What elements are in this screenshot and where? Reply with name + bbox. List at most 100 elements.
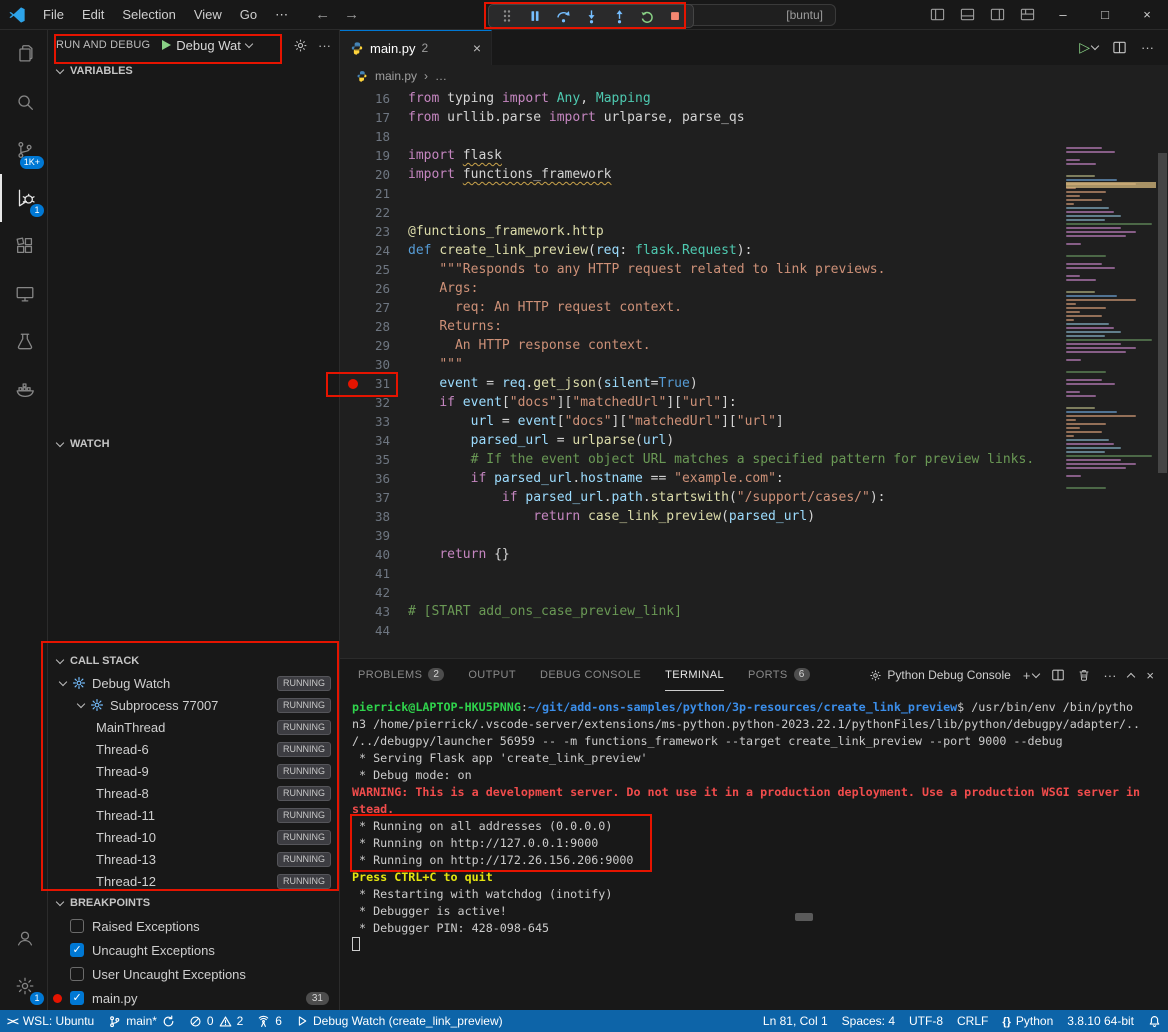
panel-tab-ports[interactable]: PORTS6: [748, 659, 810, 691]
new-terminal-button[interactable]: +: [1023, 668, 1040, 683]
panel-tab-output[interactable]: OUTPUT: [468, 659, 516, 691]
problems-indicator[interactable]: 02: [182, 1010, 250, 1032]
code-line[interactable]: 16from typing import Any, Mapping: [340, 89, 1168, 108]
call-stack-item[interactable]: Thread-9RUNNING: [48, 760, 339, 782]
call-stack-item[interactable]: Thread-6RUNNING: [48, 738, 339, 760]
debug-settings-gear-icon[interactable]: [293, 38, 308, 53]
line-number[interactable]: 42: [340, 583, 390, 602]
line-number[interactable]: 29: [340, 336, 390, 355]
code-line[interactable]: 24def create_link_preview(req: flask.Req…: [340, 241, 1168, 260]
activity-remote-explorer-icon[interactable]: [0, 270, 47, 318]
toggle-sidebar-icon[interactable]: [922, 2, 952, 28]
interpreter[interactable]: 3.8.10 64-bit: [1060, 1010, 1141, 1032]
menu-selection[interactable]: Selection: [113, 4, 184, 26]
breakpoint-checkbox[interactable]: [70, 943, 84, 957]
tab-main-py[interactable]: main.py 2 ×: [340, 30, 492, 65]
code-line[interactable]: 18: [340, 127, 1168, 146]
line-number[interactable]: 16: [340, 89, 390, 108]
activity-explorer-icon[interactable]: [0, 30, 47, 78]
breakpoint-item[interactable]: main.py31: [48, 986, 339, 1010]
toggle-panel-icon[interactable]: [952, 2, 982, 28]
code-line[interactable]: 39: [340, 526, 1168, 545]
line-number[interactable]: 24: [340, 241, 390, 260]
line-number[interactable]: 41: [340, 564, 390, 583]
breadcrumb[interactable]: main.py › …: [340, 65, 1168, 87]
breadcrumb-more[interactable]: …: [435, 69, 447, 83]
maximize-button[interactable]: □: [1084, 0, 1126, 30]
ports-indicator[interactable]: 6: [250, 1010, 289, 1032]
panel-tab-terminal[interactable]: TERMINAL: [665, 659, 724, 691]
code-line[interactable]: 32 if event["docs"]["matchedUrl"]["url"]…: [340, 393, 1168, 412]
notifications[interactable]: [1141, 1010, 1168, 1032]
call-stack-item[interactable]: Thread-13RUNNING: [48, 848, 339, 870]
toolbar-drag-handle[interactable]: [495, 6, 519, 26]
code-line[interactable]: 35 # If the event object URL matches a s…: [340, 450, 1168, 469]
line-number[interactable]: 21: [340, 184, 390, 203]
indentation[interactable]: Spaces: 4: [835, 1010, 902, 1032]
customize-layout-icon[interactable]: [1012, 2, 1042, 28]
call-stack-item[interactable]: Thread-8RUNNING: [48, 782, 339, 804]
stop-button[interactable]: [663, 6, 687, 26]
toggle-secondary-sidebar-icon[interactable]: [982, 2, 1012, 28]
call-stack-item[interactable]: Thread-11RUNNING: [48, 804, 339, 826]
breakpoints-section-header[interactable]: BREAKPOINTS: [48, 892, 339, 914]
split-terminal-icon[interactable]: [1051, 668, 1065, 682]
cursor-position[interactable]: Ln 81, Col 1: [756, 1010, 835, 1032]
code-line[interactable]: 17from urllib.parse import urlparse, par…: [340, 108, 1168, 127]
menu-view[interactable]: View: [185, 4, 231, 26]
close-window-button[interactable]: ×: [1126, 0, 1168, 30]
line-number[interactable]: 39: [340, 526, 390, 545]
code-line[interactable]: 42: [340, 583, 1168, 602]
code-line[interactable]: 34 parsed_url = urlparse(url): [340, 431, 1168, 450]
line-number[interactable]: 30: [340, 355, 390, 374]
remote-indicator[interactable]: ><WSL: Ubuntu: [0, 1010, 101, 1032]
split-editor-icon[interactable]: [1112, 40, 1127, 55]
menu-overflow[interactable]: ⋯: [266, 7, 297, 23]
sidebar-more-actions[interactable]: ···: [318, 38, 331, 53]
activity-source-control-icon[interactable]: 1K+: [0, 126, 47, 174]
close-panel-icon[interactable]: ×: [1146, 668, 1154, 683]
line-number[interactable]: 33: [340, 412, 390, 431]
nav-back-icon[interactable]: ←: [315, 6, 330, 23]
debug-indicator[interactable]: Debug Watch (create_link_preview): [289, 1010, 510, 1032]
code-line[interactable]: 26 Args:: [340, 279, 1168, 298]
line-number[interactable]: 40: [340, 545, 390, 564]
code-line[interactable]: 22: [340, 203, 1168, 222]
line-number[interactable]: 35: [340, 450, 390, 469]
activity-docker-icon[interactable]: [0, 366, 47, 414]
maximize-panel-icon[interactable]: [1127, 672, 1135, 680]
branch-indicator[interactable]: main*: [101, 1010, 182, 1032]
activity-search-icon[interactable]: [0, 78, 47, 126]
code-line[interactable]: 19import flask: [340, 146, 1168, 165]
encoding[interactable]: UTF-8: [902, 1010, 950, 1032]
step-out-button[interactable]: [607, 6, 631, 26]
code-editor[interactable]: 16from typing import Any, Mapping17from …: [340, 87, 1168, 658]
minimize-button[interactable]: –: [1042, 0, 1084, 30]
pause-button[interactable]: [523, 6, 547, 26]
code-line[interactable]: 20import functions_framework: [340, 165, 1168, 184]
call-stack-item[interactable]: Thread-10RUNNING: [48, 826, 339, 848]
breakpoint-item[interactable]: User Uncaught Exceptions: [48, 962, 339, 986]
line-number[interactable]: 17: [340, 108, 390, 127]
breakpoint-checkbox[interactable]: [70, 919, 84, 933]
line-number[interactable]: 36: [340, 469, 390, 488]
debug-config-dropdown[interactable]: Debug Wat: [176, 38, 241, 53]
line-number[interactable]: 19: [340, 146, 390, 165]
line-number[interactable]: 22: [340, 203, 390, 222]
line-number[interactable]: 32: [340, 393, 390, 412]
call-stack-item[interactable]: Thread-12RUNNING: [48, 870, 339, 892]
step-into-button[interactable]: [579, 6, 603, 26]
code-line[interactable]: 23@functions_framework.http: [340, 222, 1168, 241]
start-debug-button[interactable]: Debug Wat: [162, 38, 252, 53]
breakpoint-checkbox[interactable]: [70, 967, 84, 981]
call-stack-item[interactable]: Subprocess 77007RUNNING: [48, 694, 339, 716]
step-over-button[interactable]: [551, 6, 575, 26]
tab-close-icon[interactable]: ×: [473, 40, 481, 56]
terminal-scrollbar[interactable]: [795, 913, 813, 921]
eol[interactable]: CRLF: [950, 1010, 995, 1032]
editor-more-actions[interactable]: ···: [1141, 40, 1154, 55]
line-number[interactable]: 23: [340, 222, 390, 241]
breakpoint-item[interactable]: Uncaught Exceptions: [48, 938, 339, 962]
menu-edit[interactable]: Edit: [73, 4, 113, 26]
code-line[interactable]: 41: [340, 564, 1168, 583]
